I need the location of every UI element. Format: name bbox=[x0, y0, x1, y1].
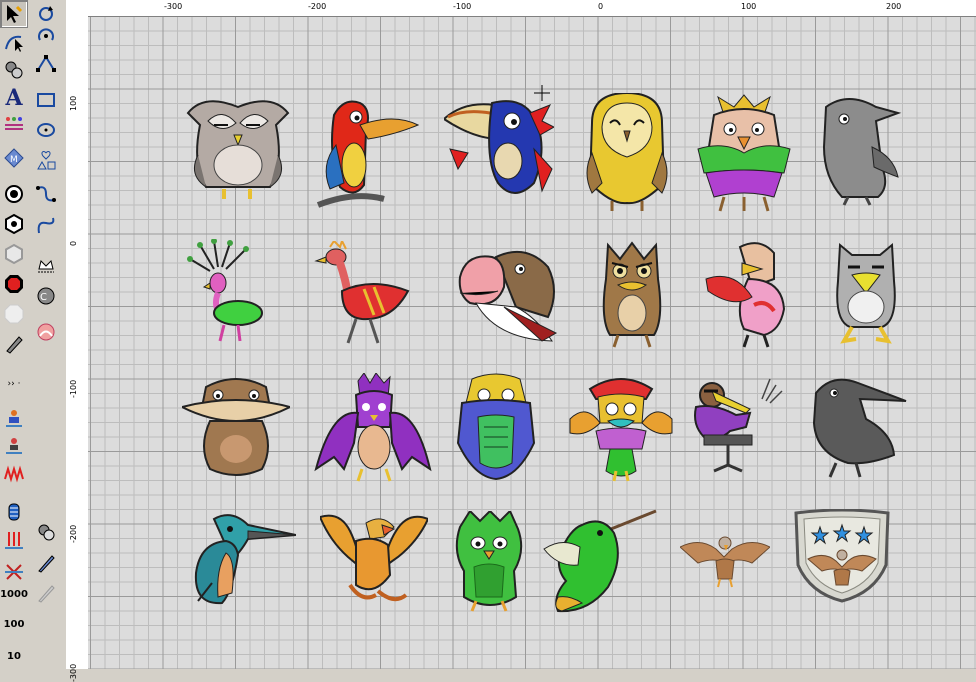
parrot-red[interactable] bbox=[314, 95, 422, 211]
stitch-count-100[interactable]: 100 bbox=[0, 616, 28, 632]
stitch-count-1000[interactable]: 1000 bbox=[0, 586, 28, 602]
knife-tool-icon[interactable] bbox=[32, 550, 60, 578]
ruler-label: -200 bbox=[69, 524, 78, 543]
ruler-label: -300 bbox=[164, 2, 183, 11]
ruler-label: 200 bbox=[886, 2, 902, 11]
circle-tool-icon[interactable] bbox=[0, 180, 28, 208]
design-canvas[interactable] bbox=[88, 17, 976, 669]
horizontal-ruler: -300 -200 -100 0 100 200 bbox=[88, 0, 976, 17]
rectangle-tool-icon[interactable] bbox=[32, 86, 60, 114]
team-name-tool-icon[interactable] bbox=[0, 110, 28, 138]
flamingo-red[interactable] bbox=[312, 241, 418, 347]
bezier-curve-icon[interactable] bbox=[32, 212, 60, 240]
crow-black[interactable] bbox=[808, 373, 908, 479]
owl-feathered-colorful[interactable] bbox=[694, 93, 794, 215]
stitch-count-10[interactable]: 10 bbox=[0, 648, 28, 664]
ruler-label: -300 bbox=[69, 663, 78, 682]
tool-palette: A M ›› · 1000 100 10 C bbox=[0, 0, 67, 669]
eraser-tool-icon[interactable] bbox=[32, 580, 60, 608]
hexagon-tool-icon[interactable] bbox=[0, 210, 28, 238]
hummingbird-green[interactable] bbox=[542, 509, 658, 613]
circle-text-icon[interactable]: C bbox=[32, 282, 60, 310]
toucan-blue[interactable] bbox=[444, 99, 554, 211]
ruler-label: -100 bbox=[453, 2, 472, 11]
ruler-label: 0 bbox=[598, 2, 604, 11]
vertical-ruler: 100 0 -100 -200 -300 bbox=[66, 16, 89, 682]
ellipse-tool-icon[interactable] bbox=[32, 116, 60, 144]
owl-green-fluffy[interactable] bbox=[454, 511, 524, 613]
pattern-fill-icon[interactable] bbox=[32, 318, 60, 346]
ruler-label: -100 bbox=[69, 379, 78, 398]
weld-objects-icon[interactable] bbox=[32, 518, 60, 546]
monogram-tool-icon[interactable]: M bbox=[0, 144, 28, 172]
vulture-brown[interactable] bbox=[456, 247, 558, 343]
eagle-small-brown[interactable] bbox=[680, 533, 770, 589]
barn-owl-yellow[interactable] bbox=[582, 93, 672, 213]
rotate-node-icon[interactable] bbox=[32, 22, 60, 50]
owl-blue-green[interactable] bbox=[454, 373, 538, 483]
svg-text:M: M bbox=[10, 155, 18, 165]
shape-library-icon[interactable] bbox=[32, 146, 60, 174]
ruler-label: 100 bbox=[69, 95, 78, 111]
collapse-arrows-icon[interactable]: ›› · bbox=[0, 376, 28, 392]
owl-grey[interactable] bbox=[184, 95, 292, 207]
satin-stitch-icon[interactable] bbox=[0, 498, 28, 526]
ruler-label: 0 bbox=[69, 240, 78, 246]
outline-shape-icon[interactable] bbox=[0, 240, 28, 268]
peacock-green[interactable] bbox=[184, 239, 280, 347]
bird-smoking-chair[interactable] bbox=[690, 377, 788, 477]
kiwi-brown[interactable] bbox=[182, 377, 290, 481]
crosshair-cursor-icon bbox=[534, 85, 550, 105]
phoenix-purple[interactable] bbox=[314, 373, 432, 485]
blank-shape-icon[interactable] bbox=[0, 300, 28, 328]
pen-tool-icon[interactable] bbox=[0, 330, 28, 358]
owl-brown-angry[interactable] bbox=[598, 239, 666, 351]
stitch-person-icon[interactable] bbox=[0, 404, 28, 432]
crow-grey-small[interactable] bbox=[818, 97, 904, 207]
svg-text:C: C bbox=[40, 292, 47, 303]
text-tool-icon[interactable]: A bbox=[0, 84, 28, 112]
weld-tool-icon[interactable] bbox=[0, 56, 28, 84]
eagle-orange[interactable] bbox=[320, 511, 428, 609]
stitch-figure-icon[interactable] bbox=[0, 432, 28, 460]
ruler-label: -200 bbox=[308, 2, 327, 11]
seagull-grey[interactable] bbox=[832, 241, 900, 345]
bird-pink-arms[interactable] bbox=[704, 239, 796, 349]
kingfisher[interactable] bbox=[192, 513, 296, 607]
freehand-line-icon[interactable] bbox=[32, 180, 60, 208]
reshape-tool-icon[interactable] bbox=[32, 50, 60, 78]
node-edit-tool-icon[interactable] bbox=[0, 28, 28, 56]
ruler-label: 100 bbox=[741, 2, 757, 11]
select-tool-icon[interactable] bbox=[0, 0, 28, 28]
red-octagon-icon[interactable] bbox=[0, 270, 28, 298]
applique-tool-icon[interactable] bbox=[32, 250, 60, 278]
bird-red-crest[interactable] bbox=[566, 373, 676, 483]
zigzag-stitch-icon[interactable] bbox=[0, 460, 28, 488]
cut-stitch-icon[interactable] bbox=[0, 558, 28, 586]
fill-stitch-icon[interactable] bbox=[0, 526, 28, 554]
shield-eagle-stars[interactable] bbox=[794, 509, 890, 603]
ruler-corner bbox=[66, 0, 89, 17]
